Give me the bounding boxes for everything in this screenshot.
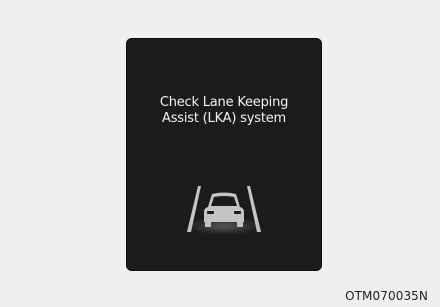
- manual-figure: Check Lane Keeping Assist (LKA) system O…: [0, 0, 440, 307]
- warning-message-line-2: Assist (LKA) system: [162, 111, 286, 126]
- car-icon: [204, 192, 244, 227]
- lka-car-between-lanes-icon: [186, 186, 262, 235]
- instrument-cluster-display: Check Lane Keeping Assist (LKA) system: [126, 38, 322, 271]
- figure-caption: OTM070035N: [345, 289, 428, 303]
- warning-message: Check Lane Keeping Assist (LKA) system: [126, 95, 322, 127]
- warning-message-line-1: Check Lane Keeping: [159, 95, 289, 110]
